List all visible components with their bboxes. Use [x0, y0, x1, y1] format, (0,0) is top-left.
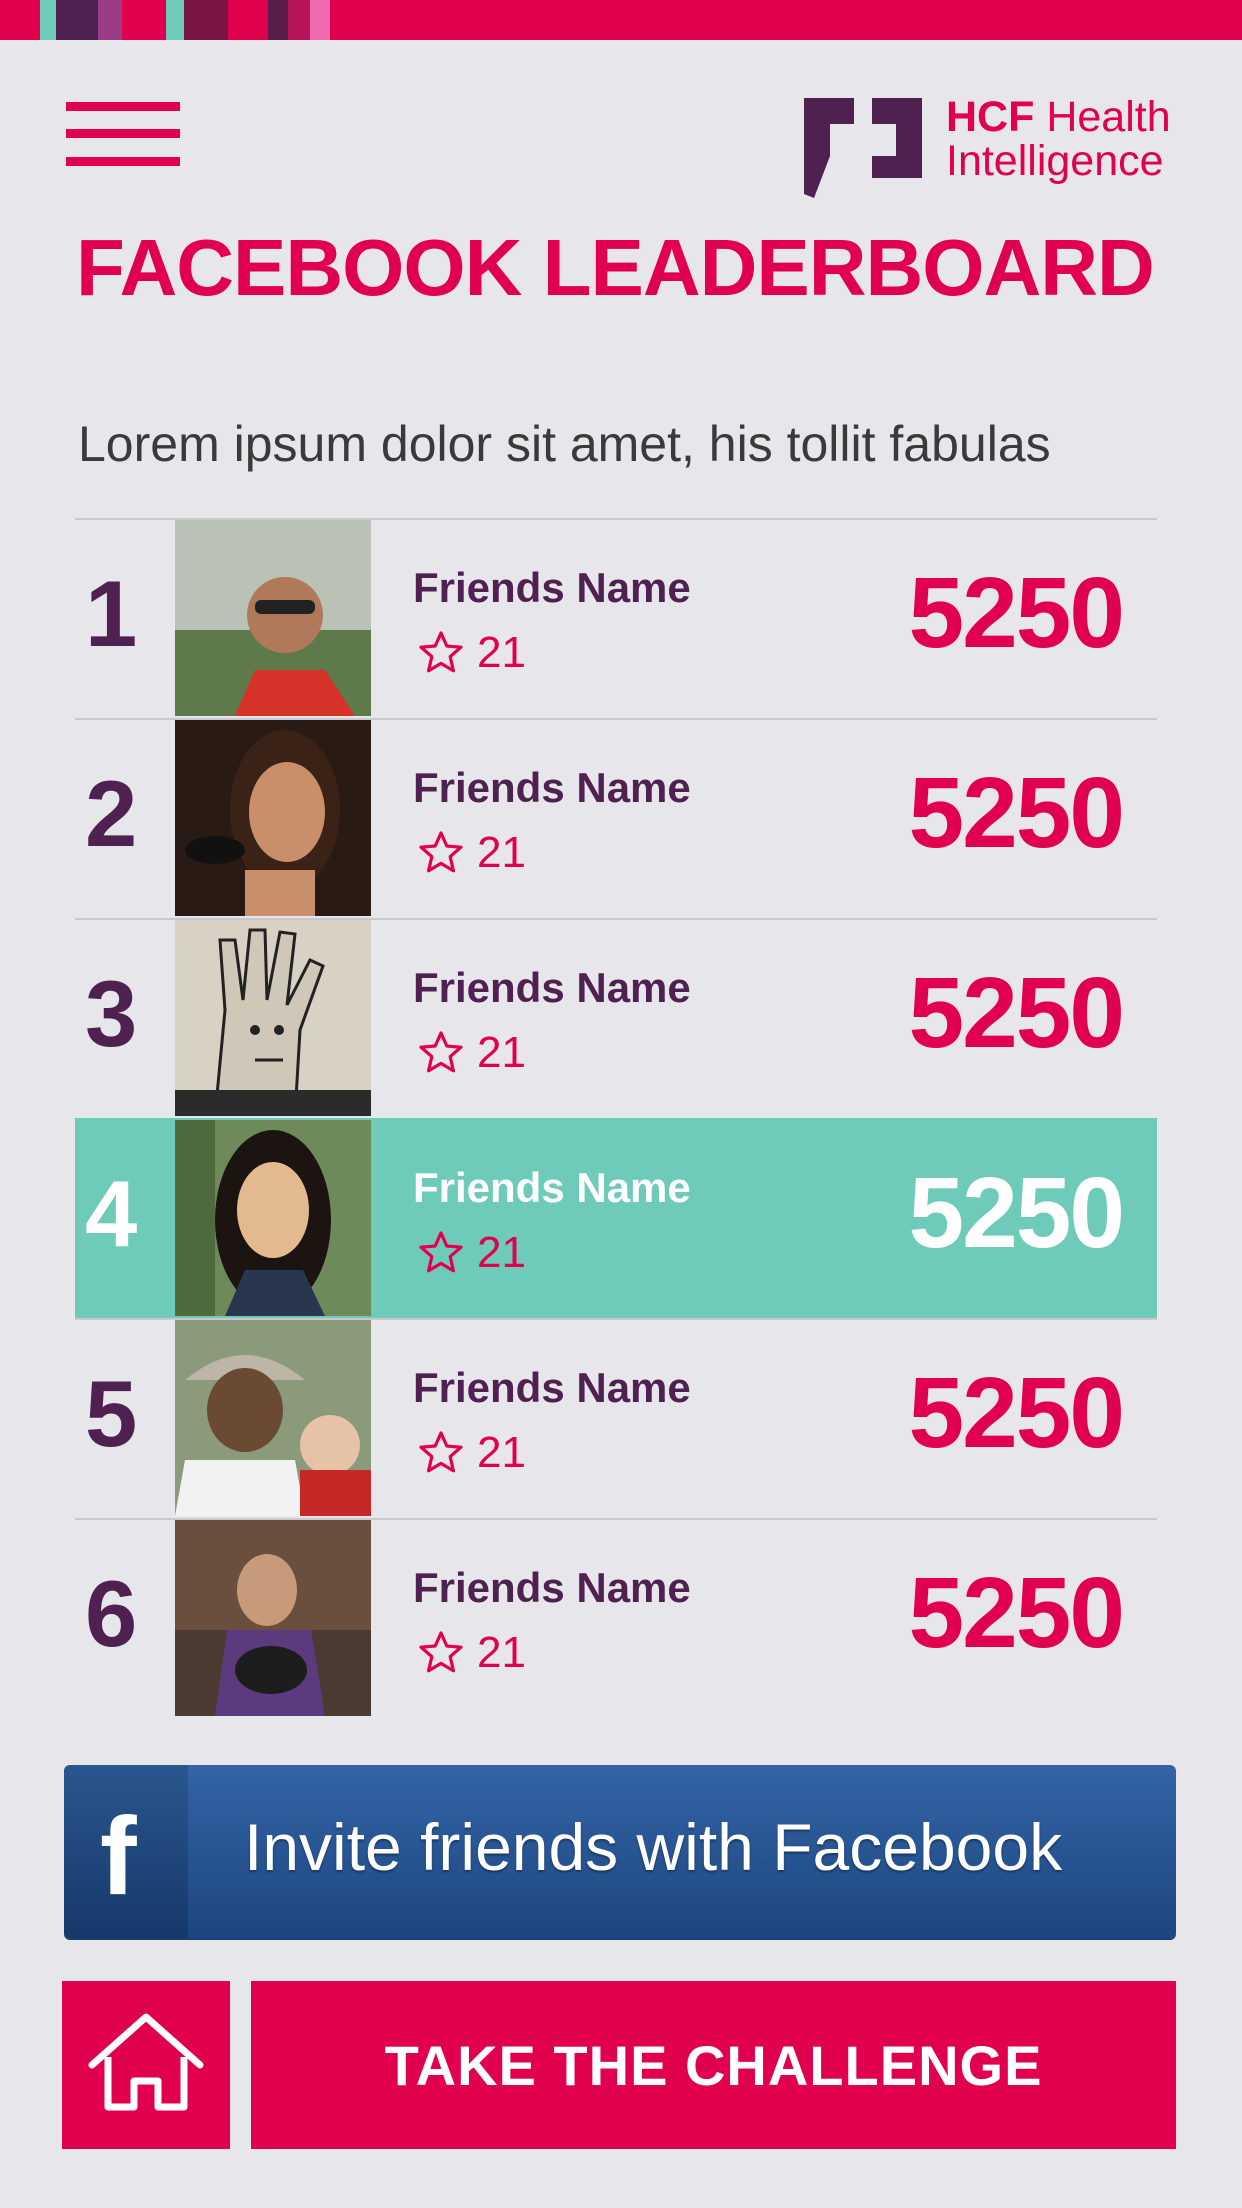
stripe — [268, 0, 288, 40]
friend-avatar — [175, 520, 371, 716]
star-icon — [419, 1431, 463, 1473]
home-icon — [88, 2013, 204, 2111]
leaderboard-row-current-user[interactable]: 4 Friends Name 21 5250 — [75, 1118, 1157, 1318]
star-count: 21 — [417, 828, 526, 878]
star-count: 21 — [417, 1428, 526, 1478]
friend-name: Friends Name — [413, 1364, 691, 1411]
leaderboard-row[interactable]: 2 Friends Name 21 5250 — [75, 718, 1157, 918]
star-icon — [419, 631, 463, 673]
stripe — [310, 0, 330, 40]
star-icon — [419, 1631, 463, 1673]
score-value: 5250 — [908, 557, 1125, 669]
menu-line — [66, 102, 180, 111]
page-subtitle: Lorem ipsum dolor sit amet, his tollit f… — [78, 416, 1051, 472]
stripe — [166, 0, 184, 40]
rank-number: 1 — [85, 561, 138, 666]
star-icon — [419, 831, 463, 873]
score-value: 5250 — [908, 1557, 1125, 1669]
star-icon — [419, 1031, 463, 1073]
score-value: 5250 — [908, 757, 1125, 869]
star-count: 21 — [417, 1028, 526, 1078]
star-count: 21 — [417, 628, 526, 678]
score-value: 5250 — [908, 957, 1125, 1069]
stripe — [184, 0, 228, 40]
invite-facebook-button[interactable]: f Invite friends with Facebook — [64, 1765, 1176, 1938]
rank-number: 5 — [85, 1361, 138, 1466]
rank-number: 3 — [85, 961, 138, 1066]
page-title: FACEBOOK LEADERBOARD — [76, 223, 1155, 312]
rank-number: 2 — [85, 761, 138, 866]
stripe — [56, 0, 98, 40]
home-button[interactable] — [62, 1981, 230, 2149]
friend-avatar — [175, 920, 371, 1116]
menu-line — [66, 157, 180, 166]
logo-brand: HCF — [946, 93, 1035, 141]
star-count-value: 21 — [477, 1028, 526, 1077]
stripe — [122, 0, 166, 40]
stripe — [40, 0, 56, 40]
friend-avatar — [175, 1120, 371, 1316]
stripe — [228, 0, 268, 40]
friend-name: Friends Name — [413, 964, 691, 1011]
take-the-challenge-button[interactable]: TAKE THE CHALLENGE — [251, 1981, 1176, 2149]
friend-name: Friends Name — [413, 564, 691, 611]
challenge-label: TAKE THE CHALLENGE — [384, 2034, 1043, 2097]
stripe — [98, 0, 122, 40]
star-count-value: 21 — [477, 1428, 526, 1477]
leaderboard-row[interactable]: 3 Friends Name 21 5250 — [75, 918, 1157, 1118]
leaderboard-row[interactable]: 1 Friends Name 21 5250 — [75, 518, 1157, 718]
menu-line — [66, 129, 180, 138]
rank-number: 4 — [85, 1161, 138, 1266]
logo-intelligence: Intelligence — [946, 137, 1164, 185]
leaderboard-row[interactable]: 6 Friends Name 21 5250 — [75, 1518, 1157, 1718]
logo-health: Health — [1034, 93, 1171, 141]
hamburger-menu-button[interactable] — [66, 102, 180, 166]
star-count-value: 21 — [477, 828, 526, 877]
score-value: 5250 — [908, 1157, 1125, 1269]
star-count-value: 21 — [477, 1228, 526, 1277]
facebook-icon: f — [64, 1765, 188, 1938]
friend-name: Friends Name — [413, 1164, 691, 1211]
friend-avatar — [175, 720, 371, 916]
rank-number: 6 — [85, 1561, 138, 1666]
star-count: 21 — [417, 1228, 526, 1278]
friend-name: Friends Name — [413, 1564, 691, 1611]
star-count-value: 21 — [477, 628, 526, 677]
friend-avatar — [175, 1520, 371, 1716]
star-count: 21 — [417, 1628, 526, 1678]
leaderboard-list: 1 Friends Name 21 5250 2 Friends Name 21… — [75, 518, 1157, 1718]
friend-avatar — [175, 1320, 371, 1516]
logo-wordmark: HCF Health Intelligence — [946, 93, 1171, 184]
hcf-logo: HCF Health Intelligence — [798, 94, 1176, 200]
facebook-f-glyph: f — [100, 1795, 137, 1918]
hcf-logo-icon — [804, 98, 922, 198]
score-value: 5250 — [908, 1357, 1125, 1469]
star-count-value: 21 — [477, 1628, 526, 1677]
top-color-bar — [0, 0, 1242, 40]
friend-name: Friends Name — [413, 764, 691, 811]
stripe — [288, 0, 310, 40]
leaderboard-row[interactable]: 5 Friends Name 21 5250 — [75, 1318, 1157, 1518]
star-icon — [419, 1231, 463, 1273]
invite-facebook-label: Invite friends with Facebook — [244, 1810, 1063, 1884]
